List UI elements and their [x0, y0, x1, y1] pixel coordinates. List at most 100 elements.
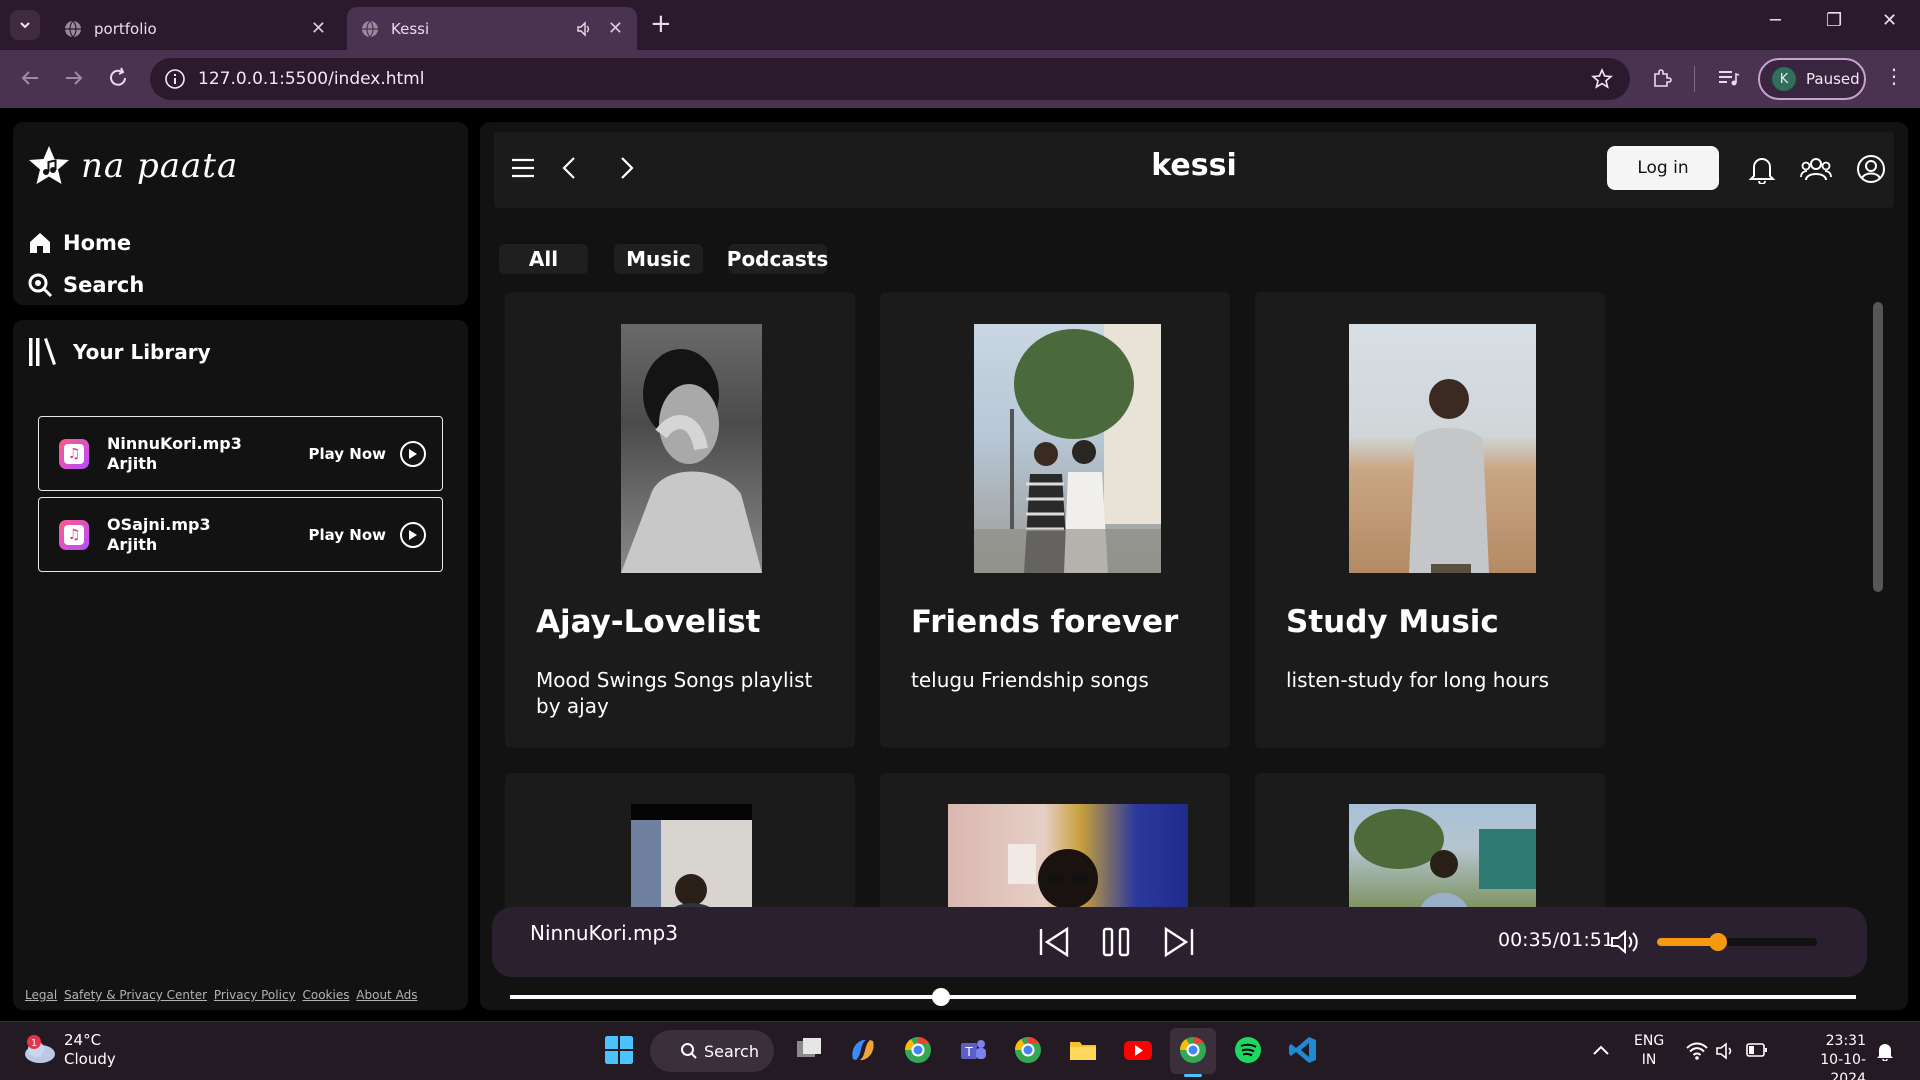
- system-clock[interactable]: 23:31 10-10-2024: [1786, 1032, 1866, 1080]
- taskbar-search-label: Search: [704, 1041, 759, 1061]
- friends-icon[interactable]: [1800, 154, 1832, 184]
- active-indicator: [1184, 1074, 1202, 1077]
- volume-icon[interactable]: [1610, 928, 1640, 956]
- minimize-icon[interactable]: ─: [1770, 10, 1781, 31]
- back-arrow-icon[interactable]: [18, 66, 42, 90]
- previous-track-icon[interactable]: [1037, 926, 1071, 958]
- play-now-label[interactable]: Play Now: [308, 445, 386, 463]
- next-track-icon[interactable]: [1162, 926, 1196, 958]
- user-account-icon[interactable]: [1856, 154, 1886, 184]
- star-music-logo-icon: [29, 146, 69, 184]
- file-explorer-icon[interactable]: [1068, 1035, 1098, 1065]
- playlist-title: Study Music: [1286, 604, 1499, 640]
- filter-chip-all[interactable]: All: [499, 244, 588, 274]
- browser-toolbar: 127.0.0.1:5500/index.html K Paused ⋮: [0, 50, 1920, 108]
- sidebar-item-home[interactable]: Home: [27, 230, 131, 256]
- extensions-puzzle-icon[interactable]: [1650, 66, 1674, 90]
- playlist-title: Ajay-Lovelist: [536, 604, 761, 640]
- teams-icon[interactable]: T: [958, 1035, 988, 1065]
- copilot-icon[interactable]: [848, 1035, 878, 1065]
- main-content: kessi Log in All Music Podcasts Ajay-Lov…: [480, 122, 1908, 1010]
- pause-icon[interactable]: [1100, 926, 1132, 958]
- tab-portfolio[interactable]: portfolio ✕: [50, 7, 340, 50]
- volume-knob[interactable]: [1708, 933, 1727, 951]
- weather-widget[interactable]: 1 24°C Cloudy: [22, 1031, 116, 1069]
- filter-chip-music[interactable]: Music: [614, 244, 703, 274]
- speaker-icon[interactable]: [1716, 1042, 1736, 1060]
- playlist-card[interactable]: [505, 773, 855, 913]
- library-song-item[interactable]: ♫ NinnuKori.mp3 Arjith Play Now: [38, 416, 443, 491]
- play-circle-icon[interactable]: [400, 440, 426, 467]
- footer-link-ads[interactable]: About Ads: [356, 988, 417, 1002]
- footer-link-cookies[interactable]: Cookies: [302, 988, 349, 1002]
- song-artist: Arjith: [107, 534, 158, 554]
- close-tab-icon[interactable]: ✕: [608, 18, 623, 39]
- login-button[interactable]: Log in: [1607, 146, 1719, 190]
- media-controls-icon[interactable]: [1716, 66, 1740, 90]
- playlist-card[interactable]: [1255, 773, 1605, 913]
- notification-bell-icon[interactable]: [1876, 1041, 1894, 1061]
- spotify-icon[interactable]: [1233, 1035, 1263, 1065]
- progress-knob[interactable]: [931, 988, 950, 1006]
- app-logo[interactable]: na paata: [27, 144, 238, 188]
- language-indicator[interactable]: ENG IN: [1634, 1032, 1664, 1070]
- close-window-icon[interactable]: ✕: [1882, 10, 1897, 31]
- library-song-item[interactable]: ♫ OSajni.mp3 Arjith Play Now: [38, 497, 443, 572]
- youtube-icon[interactable]: [1123, 1035, 1153, 1065]
- playlist-cover-image: [974, 324, 1161, 573]
- site-info-icon[interactable]: [164, 68, 186, 90]
- more-menu-icon[interactable]: ⋮: [1884, 64, 1904, 88]
- taskbar-search[interactable]: Search: [650, 1030, 774, 1072]
- song-file-name: NinnuKori.mp3: [107, 433, 242, 453]
- task-view-icon[interactable]: [794, 1035, 824, 1065]
- restore-icon[interactable]: ❐: [1826, 10, 1842, 31]
- profile-status: Paused: [1806, 70, 1860, 88]
- playlist-cover-image: [948, 804, 1188, 913]
- music-app-icon: ♫: [59, 519, 89, 550]
- address-bar[interactable]: 127.0.0.1:5500/index.html: [150, 58, 1630, 100]
- bookmark-star-icon[interactable]: [1590, 67, 1614, 91]
- windows-start-icon[interactable]: [604, 1035, 634, 1065]
- playlist-card[interactable]: [880, 773, 1230, 913]
- reload-icon[interactable]: [106, 66, 130, 90]
- footer-link-legal[interactable]: Legal: [25, 988, 57, 1002]
- filter-chip-podcasts[interactable]: Podcasts: [727, 244, 828, 274]
- library-title: Your Library: [73, 340, 211, 364]
- vscode-icon[interactable]: [1288, 1035, 1318, 1065]
- cloud-icon: 1: [25, 1035, 55, 1063]
- profile-button[interactable]: K Paused: [1758, 58, 1866, 100]
- play-circle-icon[interactable]: [400, 521, 426, 548]
- bell-icon[interactable]: [1748, 154, 1776, 184]
- browser-tab-strip: portfolio ✕ Kessi ✕ + ─ ❐ ✕: [0, 0, 1920, 50]
- weather-temp: 24°C: [64, 1031, 102, 1049]
- chrome-icon[interactable]: [1013, 1035, 1043, 1065]
- new-tab-button[interactable]: +: [650, 11, 672, 37]
- playlist-cover-image: [1349, 804, 1536, 913]
- volume-slider[interactable]: [1657, 938, 1817, 946]
- playlist-card[interactable]: Ajay-Lovelist Mood Swings Songs playlist…: [505, 292, 855, 748]
- close-tab-icon[interactable]: ✕: [311, 18, 326, 39]
- forward-arrow-icon[interactable]: [62, 66, 86, 90]
- sidebar-item-label: Home: [63, 231, 132, 255]
- footer-link-safety[interactable]: Safety & Privacy Center: [64, 988, 207, 1002]
- library-panel: Your Library ♫ NinnuKori.mp3 Arjith Play…: [13, 320, 468, 1010]
- battery-icon[interactable]: [1746, 1043, 1768, 1057]
- content-scrollbar[interactable]: [1873, 302, 1883, 592]
- library-header[interactable]: Your Library: [27, 336, 211, 368]
- chevron-up-icon[interactable]: [1592, 1044, 1610, 1056]
- tab-search-button[interactable]: [10, 10, 40, 40]
- chrome-active-icon[interactable]: [1178, 1035, 1208, 1065]
- playlist-card[interactable]: Friends forever telugu Friendship songs: [880, 292, 1230, 748]
- playback-time: 00:35/01:51: [1498, 929, 1614, 951]
- playlist-description: telugu Friendship songs: [911, 668, 1149, 692]
- speaker-icon[interactable]: [576, 20, 592, 37]
- playback-progress-bar[interactable]: [510, 988, 1856, 1006]
- play-now-label[interactable]: Play Now: [308, 526, 386, 544]
- weather-condition: Cloudy: [64, 1050, 116, 1068]
- sidebar-item-search[interactable]: Search: [27, 272, 144, 298]
- footer-link-privacy[interactable]: Privacy Policy: [214, 988, 296, 1002]
- tab-kessi[interactable]: Kessi ✕: [347, 7, 637, 50]
- chrome-profile-icon[interactable]: [903, 1035, 933, 1065]
- playlist-card[interactable]: Study Music listen-study for long hours: [1255, 292, 1605, 748]
- wifi-icon[interactable]: [1686, 1042, 1708, 1060]
